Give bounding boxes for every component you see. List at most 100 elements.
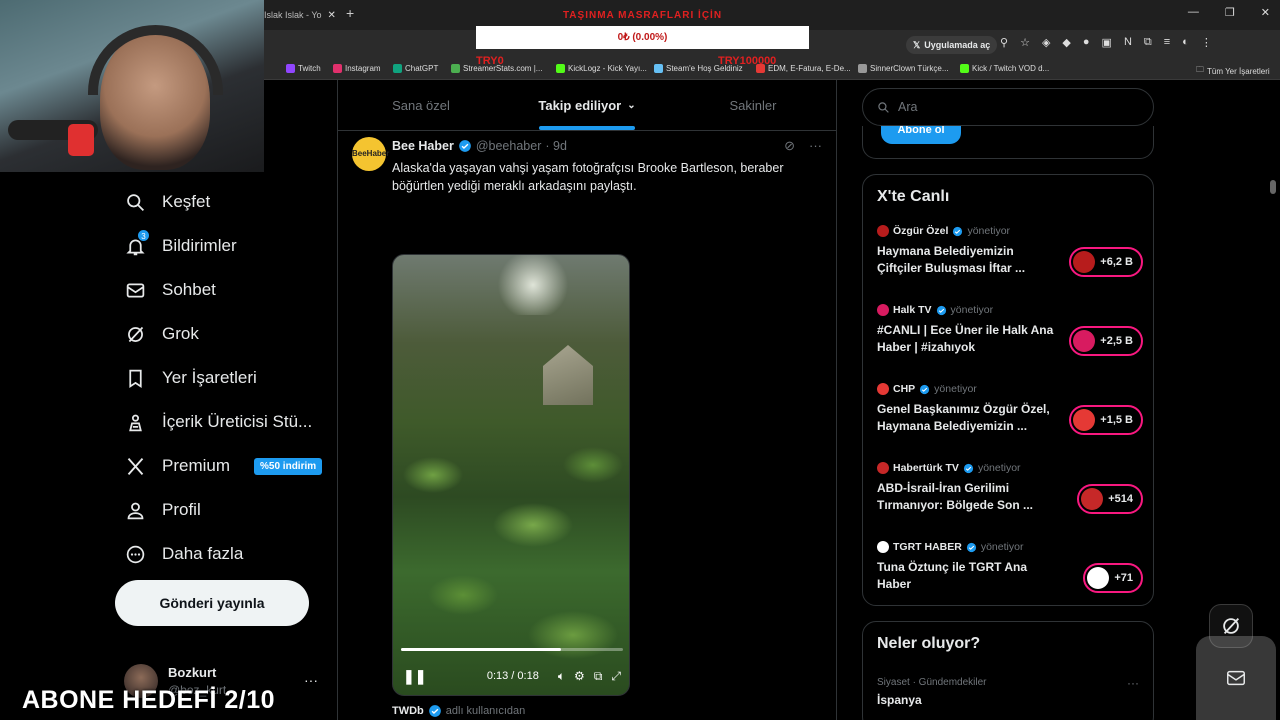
sidebar-item-label: Premium [162,456,231,475]
panel-title: X'te Canlı [877,188,950,205]
fullscreen-icon[interactable]: ⤢ [611,669,621,684]
source-note: adlı kullanıcıdan [445,705,526,717]
sidebar-item-label: Keşfet [162,192,211,211]
host-name: Özgür Özel [893,225,949,237]
bookmark-item[interactable]: Kick / Twitch VOD d... [960,64,1049,73]
live-item[interactable]: Özgür Özel yönetiyor Haymana Belediyemizin… [877,225,1143,295]
extension-icon[interactable]: ◆ [1062,36,1070,49]
listener-count: +1,5 B [1100,414,1133,426]
zoom-icon[interactable]: ⚲ [1000,36,1008,49]
sidebar-icon[interactable]: ≡ [1164,36,1170,49]
tab-residents[interactable]: Sakinler [670,80,836,130]
star-icon[interactable]: ☆ [1020,36,1030,49]
more-icon[interactable]: ··· [809,138,822,154]
video-progress[interactable] [401,648,623,651]
bookmark-item[interactable]: KickLogz - Kick Yayı... [556,64,647,73]
tweet-time[interactable]: · 9d [545,139,567,153]
sidebar-item-premium[interactable]: Premium %50 indirim [115,444,325,488]
tab-following[interactable]: Takip ediliyor ⌄ [504,80,670,130]
bookmark-label: Twitch [298,64,321,73]
tab-for-you[interactable]: Sana özel [338,80,504,130]
timeline-tabs: Sana özel Takip ediliyor ⌄ Sakinler [338,80,836,131]
avatar [877,541,889,553]
avatar [1073,330,1096,352]
live-listeners-pill[interactable]: +2,5 B [1069,326,1143,356]
live-item[interactable]: Habertürk TV yönetiyor ABD-İsrail-İran Ger… [877,462,1143,532]
person-icon [127,502,144,519]
more-icon[interactable]: ··· [1127,676,1139,690]
sidebar-item-label: Yer İşaretleri [162,368,257,387]
more-icon[interactable]: ··· [304,672,318,688]
trend-topic[interactable]: İspanya [877,693,922,707]
scrollbar[interactable] [1270,180,1276,194]
pause-icon[interactable]: ❚❚ [403,668,426,685]
live-listeners-pill[interactable]: +6,2 B [1069,247,1143,277]
video-progress-fill [401,648,561,651]
puzzle-icon[interactable]: ⧉ [1144,36,1152,49]
sidebar-item-more[interactable]: Daha fazla [115,532,325,576]
avatar[interactable]: BeeHaber [352,137,389,171]
donation-progress-bar: 0₺ (0.00%) [476,26,809,49]
menu-icon[interactable]: ⋮ [1201,36,1212,49]
messages-drawer-button[interactable] [1196,636,1276,720]
live-item[interactable]: CHP yönetiyor Genel Başkanımız Özgür Özel,… [877,383,1143,453]
sidebar-item-chat[interactable]: Sohbet [115,268,325,312]
live-host: Habertürk TV yönetiyor [877,462,1143,474]
folder-icon: 🗀 [1196,65,1204,74]
extension-icon[interactable]: N [1124,36,1132,49]
tweet-handle[interactable]: @beehaber [476,139,542,153]
listener-count: +514 [1108,493,1133,505]
tweet-video[interactable]: ❚❚ 0:13 / 0:18 🔈︎ ⚙ ⧉ ⤢ [392,254,630,696]
all-bookmarks[interactable]: 🗀 Tüm Yer İşaretleri [1196,64,1270,78]
panel-title: Neler oluyor? [877,635,981,652]
profile-icon[interactable]: ◐ [1182,36,1189,49]
tweet[interactable]: BeeHaber Bee Haber @beehaber · 9d ⊘ ··· … [338,131,836,717]
live-host: TGRT HABER yönetiyor [877,541,1143,553]
bookmark-item[interactable]: SinnerClown Türkçe... [858,64,949,73]
live-listeners-pill[interactable]: +71 [1083,563,1143,593]
bookmark-favicon-icon [393,64,402,73]
live-title: Tuna Öztunç ile TGRT Ana Haber [877,560,1027,591]
extension-icon[interactable]: ▣ [1102,36,1112,49]
pip-icon[interactable]: ⧉ [594,669,603,684]
minimize-icon[interactable]: — [1188,6,1199,19]
tweet-author[interactable]: Bee Haber [392,139,454,153]
sidebar-item-creator-studio[interactable]: İçerik Üreticisi Stü... [115,400,325,444]
grok-icon[interactable]: ⊘ [784,138,795,154]
live-item[interactable]: TGRT HABER yönetiyor Tuna Öztunç ile TGRT … [877,541,1143,611]
settings-icon[interactable]: ⚙ [574,669,585,683]
search-input[interactable]: Ara [862,88,1154,126]
close-tab-icon[interactable]: ✕ [328,10,336,21]
open-in-app-button[interactable]: 𝕏 Uygulamada aç [906,36,998,54]
verified-icon [953,226,963,236]
premium-card: Abone ol [862,122,1154,159]
post-button[interactable]: Gönderi yayınla [115,580,309,626]
video-frame [393,435,629,695]
extension-icon[interactable]: ◈ [1042,36,1050,49]
subscriber-goal: ABONE HEDEFİ 2/10 [22,686,276,714]
bookmark-item[interactable]: Instagram [333,64,381,73]
mail-icon [1227,670,1245,686]
maximize-icon[interactable]: ❐ [1225,6,1235,19]
close-icon[interactable]: ✕ [1261,6,1270,19]
plus-icon[interactable]: + [346,5,354,21]
mute-icon[interactable]: 🔈︎ [558,669,565,684]
live-title: #CANLI | Ece Üner ile Halk Ana Haber | #… [877,323,1054,354]
live-host: CHP yönetiyor [877,383,1143,395]
verified-icon [459,140,471,152]
live-item[interactable]: Halk TV yönetiyor #CANLI | Ece Üner ile Ha… [877,304,1143,374]
sidebar-item-bookmarks[interactable]: Yer İşaretleri [115,356,325,400]
host-status: yönetiyor [980,541,1024,553]
sidebar-item-grok[interactable]: Grok [115,312,325,356]
avatar [1073,409,1096,431]
host-name: Habertürk TV [893,462,959,474]
sidebar-item-profile[interactable]: Profil [115,488,325,532]
extension-icon[interactable]: ● [1083,36,1090,49]
source-name[interactable]: TWDb [392,705,424,717]
bookmark-item[interactable]: ChatGPT [393,64,438,73]
live-listeners-pill[interactable]: +514 [1077,484,1143,514]
browser-tab[interactable]: Islak Islak - Yo ✕ [264,5,336,25]
bookmark-item[interactable]: Twitch [286,64,321,73]
live-listeners-pill[interactable]: +1,5 B [1069,405,1143,435]
sidebar-item-explore[interactable]: Keşfet [115,180,325,224]
